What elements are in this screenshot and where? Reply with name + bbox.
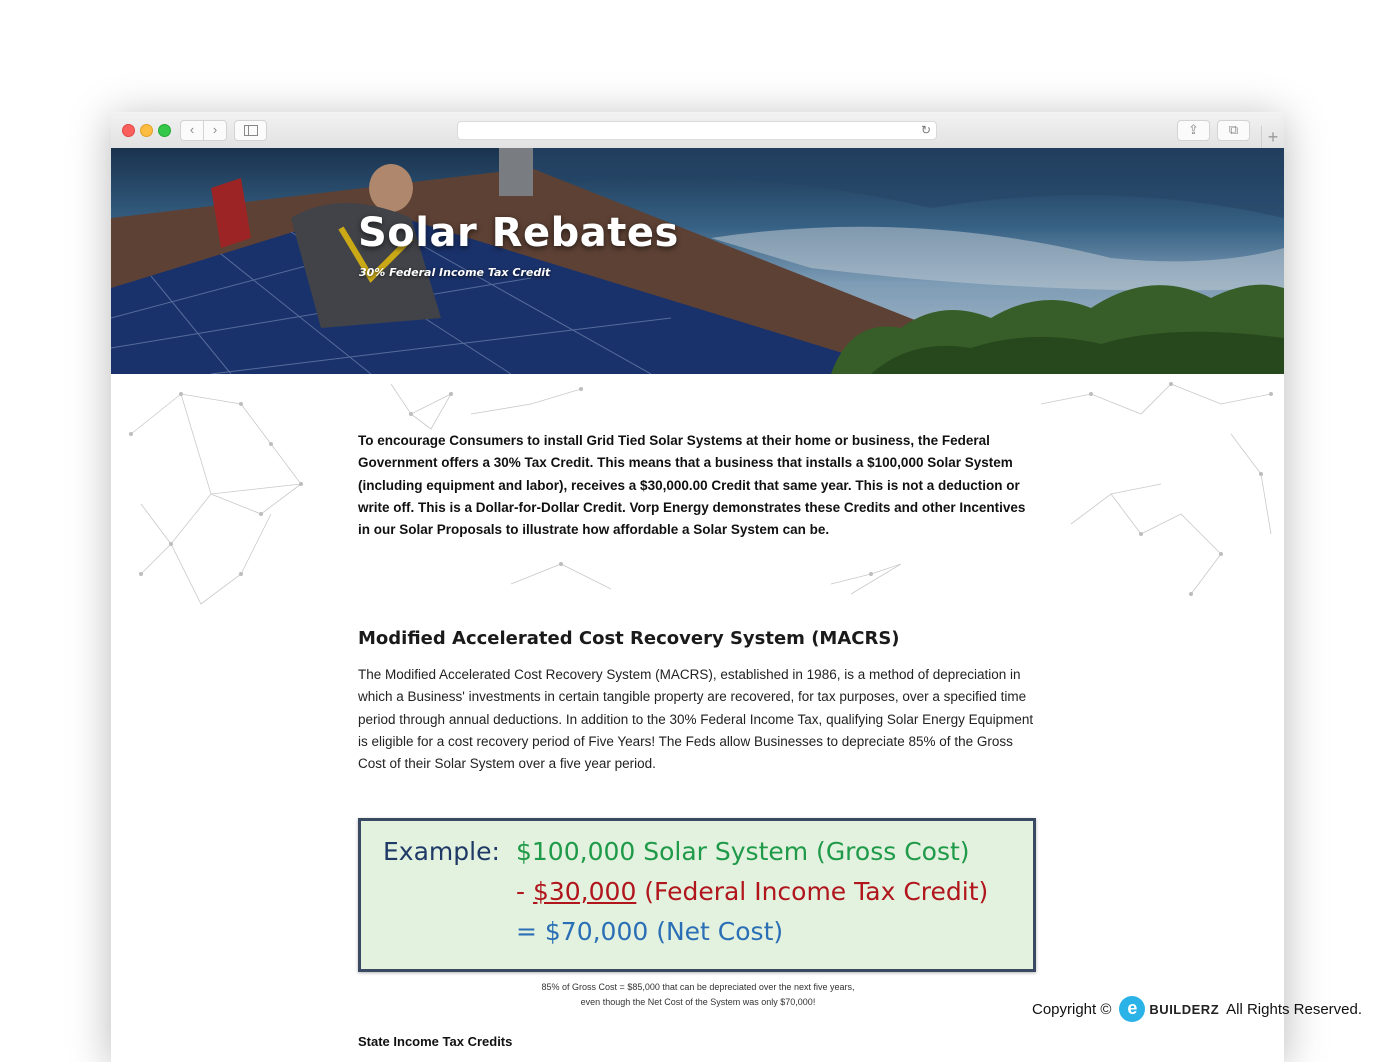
state-tax-credits-heading: State Income Tax Credits bbox=[358, 1034, 513, 1049]
example-caption: 85% of Gross Cost = $85,000 that can be … bbox=[358, 980, 1038, 1010]
new-tab-button[interactable]: + bbox=[1261, 126, 1284, 148]
zoom-window-button[interactable] bbox=[158, 124, 171, 137]
ebuilderz-logo-icon: e bbox=[1119, 996, 1146, 1022]
example-credit-amount: $30,000 bbox=[532, 877, 637, 906]
copyright-footer: Copyright © e BUILDERZ All Rights Reserv… bbox=[1032, 996, 1363, 1022]
chevron-right-icon: › bbox=[212, 122, 218, 137]
ebuilderz-logo-text: BUILDERZ bbox=[1149, 1001, 1220, 1017]
example-tax-credit: - $30,000 (Federal Income Tax Credit) bbox=[516, 877, 988, 906]
browser-toolbar: ‹ › ↻ ⇪ ⧉ + bbox=[111, 112, 1284, 149]
forward-button[interactable]: › bbox=[203, 120, 227, 141]
main-content: To encourage Consumers to install Grid T… bbox=[111, 374, 1284, 1062]
share-button[interactable]: ⇪ bbox=[1177, 120, 1210, 141]
hero-photo bbox=[111, 148, 1284, 374]
macrs-heading: Modified Accelerated Cost Recovery Syste… bbox=[358, 628, 900, 649]
example-credit-label: (Federal Income Tax Credit) bbox=[636, 877, 989, 906]
browser-window: ‹ › ↻ ⇪ ⧉ + Solar Rebates 30% Federal In… bbox=[111, 112, 1284, 1062]
page-title: Solar Rebates bbox=[358, 210, 679, 256]
sidebar-toggle-button[interactable] bbox=[234, 120, 267, 141]
close-window-button[interactable] bbox=[122, 124, 135, 137]
tabs-overview-button[interactable]: ⧉ bbox=[1217, 120, 1250, 141]
plus-icon: + bbox=[1267, 127, 1279, 147]
page-subtitle: 30% Federal Income Tax Credit bbox=[359, 266, 551, 279]
tabs-icon: ⧉ bbox=[1228, 122, 1239, 137]
sidebar-icon bbox=[243, 125, 258, 136]
example-minus-sign: - bbox=[516, 877, 533, 906]
share-icon: ⇪ bbox=[1188, 122, 1199, 137]
copyright-text: Copyright © bbox=[1032, 1000, 1112, 1018]
example-gross-cost: $100,000 Solar System (Gross Cost) bbox=[516, 837, 970, 866]
reload-icon[interactable]: ↻ bbox=[921, 122, 931, 139]
hero-banner: Solar Rebates 30% Federal Income Tax Cre… bbox=[111, 148, 1284, 374]
minimize-window-button[interactable] bbox=[140, 124, 153, 137]
caption-line-2: even though the Net Cost of the System w… bbox=[580, 997, 816, 1007]
caption-line-1: 85% of Gross Cost = $85,000 that can be … bbox=[541, 982, 855, 992]
example-calculation-box: Example: $100,000 Solar System (Gross Co… bbox=[358, 818, 1036, 972]
back-button[interactable]: ‹ bbox=[180, 120, 204, 141]
chevron-left-icon: ‹ bbox=[189, 122, 195, 137]
example-label: Example: bbox=[383, 837, 500, 866]
macrs-paragraph: The Modified Accelerated Cost Recovery S… bbox=[358, 667, 1034, 772]
rights-text: All Rights Reserved. bbox=[1226, 1000, 1363, 1018]
example-net-cost: = $70,000 (Net Cost) bbox=[516, 917, 784, 946]
intro-paragraph: To encourage Consumers to install Grid T… bbox=[358, 433, 1026, 538]
address-bar[interactable]: ↻ bbox=[457, 121, 937, 140]
